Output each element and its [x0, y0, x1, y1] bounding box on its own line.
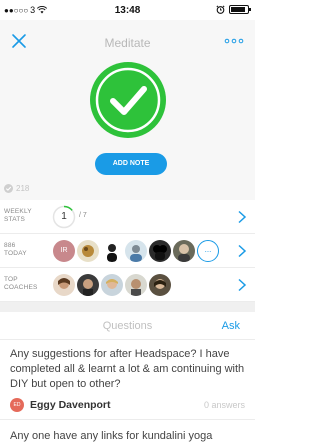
questions-header: Questions Ask	[0, 312, 255, 340]
question-text: Any suggestions for after Headspace? I h…	[10, 348, 245, 390]
page-title: Meditate	[104, 36, 151, 50]
coach-avatars	[53, 274, 171, 296]
divider	[0, 419, 255, 420]
today-label-text: TODAY	[4, 250, 27, 257]
weekly-stats-label: WEEKLY STATS	[4, 208, 32, 224]
completion-count-value: 218	[16, 184, 30, 193]
check-circle-icon	[4, 184, 13, 193]
weekly-stats-label-line2: STATS	[4, 216, 25, 223]
status-bar: ●●○○○ 3 13:48	[0, 0, 255, 20]
avatar[interactable]	[149, 274, 171, 296]
weekly-stats-value: 1	[61, 211, 67, 222]
avatar[interactable]	[53, 274, 75, 296]
top-coaches-label: TOP COACHES	[4, 276, 38, 292]
top-coaches-label-line2: COACHES	[4, 284, 38, 291]
today-avatars: IR ...	[53, 240, 219, 262]
stats-rows: WEEKLY STATS 1 / 7 886 TODAY IR ... TOP …	[0, 200, 255, 302]
avatar[interactable]	[101, 274, 123, 296]
weekly-stats-row[interactable]: WEEKLY STATS 1 / 7	[0, 200, 255, 234]
close-icon[interactable]	[10, 32, 28, 50]
author-name[interactable]: Eggy Davenport	[30, 399, 111, 411]
question-item[interactable]: Any suggestions for after Headspace? I h…	[0, 347, 255, 412]
top-coaches-label-line1: TOP	[4, 276, 18, 283]
chevron-right-icon[interactable]	[237, 210, 247, 224]
session-summary: Meditate ADD NOTE 218	[0, 20, 255, 200]
top-coaches-row[interactable]: TOP COACHES	[0, 268, 255, 302]
section-divider	[0, 302, 255, 312]
avatar[interactable]	[77, 274, 99, 296]
avatar[interactable]	[101, 240, 123, 262]
chevron-right-icon[interactable]	[237, 278, 247, 292]
answer-count: 0 answers	[203, 400, 245, 410]
completion-count: 218	[4, 184, 29, 193]
battery-icon	[229, 5, 251, 14]
add-note-button[interactable]: ADD NOTE	[95, 153, 167, 175]
checkmark-badge-icon	[90, 62, 166, 138]
alarm-clock-icon	[216, 5, 225, 14]
question-item[interactable]: Any one have any links for kundalini yog…	[0, 429, 255, 444]
question-author-row: ED Eggy Davenport 0 answers	[0, 392, 255, 412]
avatar[interactable]	[125, 240, 147, 262]
today-count: 886	[4, 242, 16, 249]
weekly-stats-label-line1: WEEKLY	[4, 208, 32, 215]
weekly-stats-total: / 7	[79, 212, 87, 219]
battery-level	[231, 7, 245, 12]
question-text: Any one have any links for kundalini yog…	[10, 430, 213, 442]
avatar[interactable]	[125, 274, 147, 296]
avatar[interactable]	[173, 240, 195, 262]
questions-title: Questions	[102, 320, 153, 332]
today-row[interactable]: 886 TODAY IR ...	[0, 234, 255, 268]
today-label: 886 TODAY	[4, 242, 27, 258]
more-people-button[interactable]: ...	[197, 240, 219, 262]
avatar[interactable]	[77, 240, 99, 262]
ask-button[interactable]: Ask	[222, 320, 240, 332]
avatar[interactable]: IR	[53, 240, 75, 262]
avatar[interactable]	[149, 240, 171, 262]
author-avatar[interactable]: ED	[10, 398, 24, 412]
chevron-right-icon[interactable]	[237, 244, 247, 258]
status-right	[216, 5, 251, 14]
more-icon[interactable]	[223, 32, 245, 50]
